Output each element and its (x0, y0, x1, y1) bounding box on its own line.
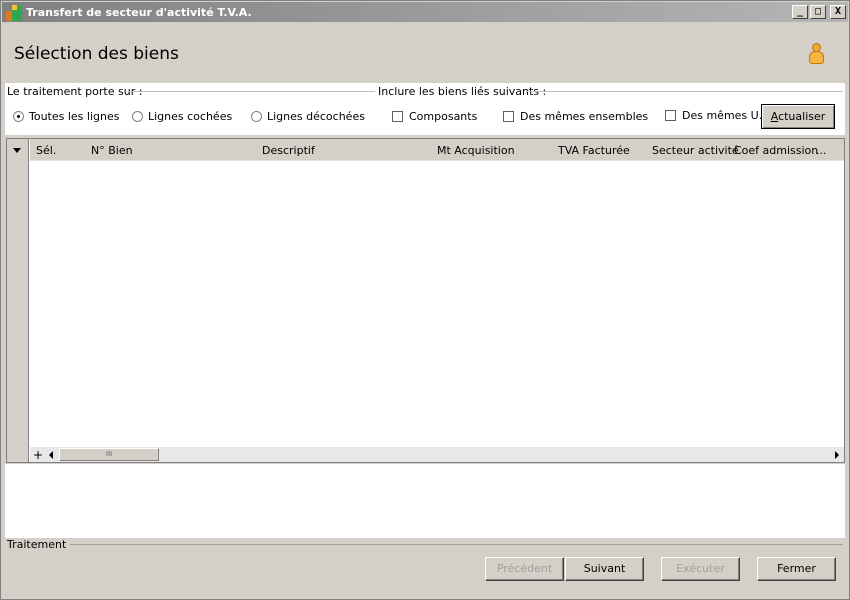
column-header-asset-number[interactable]: N° Bien (91, 144, 133, 157)
checkbox-same-sets-box[interactable] (503, 111, 514, 122)
treatment-group-label: Le traitement porte sur : (7, 85, 147, 98)
radio-unchecked-lines[interactable]: Lignes décochées (251, 110, 365, 123)
checkbox-same-units-box[interactable] (665, 110, 676, 121)
checkbox-same-sets[interactable]: Des mêmes ensembles (503, 110, 648, 123)
user-icon[interactable] (807, 43, 825, 65)
app-icon (6, 5, 22, 21)
scroll-left-arrow-icon[interactable] (49, 451, 53, 459)
radio-checked-lines[interactable]: Lignes cochées (132, 110, 232, 123)
expand-plus-icon[interactable]: + (33, 448, 43, 462)
execute-button[interactable]: Exécuter (661, 557, 740, 581)
main-window: Transfert de secteur d'activité T.V.A. _… (0, 0, 850, 600)
scroll-thumb[interactable]: III (59, 448, 159, 461)
page-title: Sélection des biens (14, 44, 179, 64)
column-header-invoiced-vat[interactable]: TVA Facturée (558, 144, 630, 157)
header: Sélection des biens (5, 23, 845, 83)
radio-all-lines-dot[interactable] (13, 111, 24, 122)
window-title: Transfert de secteur d'activité T.V.A. (26, 6, 252, 19)
maximize-button[interactable]: □ (810, 5, 826, 19)
checkbox-components[interactable]: Composants (392, 110, 477, 123)
radio-checked-lines-dot[interactable] (132, 111, 143, 122)
assets-grid[interactable]: Sél. N° Bien Descriptif Mt Acquisition T… (6, 138, 845, 463)
title-bar[interactable]: Transfert de secteur d'activité T.V.A. _… (2, 2, 848, 22)
column-header-admission-coef[interactable]: Coef admission (734, 144, 818, 157)
column-header-description[interactable]: Descriptif (262, 144, 315, 157)
footer-divider (61, 544, 843, 545)
detail-area (5, 464, 845, 538)
checkbox-same-units[interactable]: Des mêmes U. (665, 109, 762, 122)
minimize-button[interactable]: _ (792, 5, 808, 19)
radio-unchecked-lines-dot[interactable] (251, 111, 262, 122)
close-window-button[interactable]: X (830, 5, 846, 19)
radio-all-lines[interactable]: Toutes les lignes (13, 110, 119, 123)
options-panel: Le traitement porte sur : Inclure les bi… (5, 83, 845, 135)
next-button[interactable]: Suivant (565, 557, 644, 581)
refresh-button[interactable]: Actualiser (761, 104, 835, 129)
horizontal-scrollbar[interactable]: + III (30, 446, 844, 462)
grid-header-row: Sél. N° Bien Descriptif Mt Acquisition T… (30, 139, 844, 161)
column-header-acquisition-amount[interactable]: Mt Acquisition (437, 144, 515, 157)
column-header-activity-sector[interactable]: Secteur activité (652, 144, 739, 157)
previous-button[interactable]: Précédent (485, 557, 564, 581)
column-header-more[interactable]: ... (816, 144, 827, 157)
treatment-footer-label: Traitement (7, 538, 71, 551)
close-button[interactable]: Fermer (757, 557, 836, 581)
checkbox-components-box[interactable] (392, 111, 403, 122)
grid-row-header-column (7, 139, 29, 462)
scroll-right-arrow-icon[interactable] (835, 451, 839, 459)
include-group-label: Inclure les biens liés suivants : (378, 85, 551, 98)
column-chooser-icon[interactable] (13, 148, 21, 153)
column-header-sel[interactable]: Sél. (36, 144, 56, 157)
